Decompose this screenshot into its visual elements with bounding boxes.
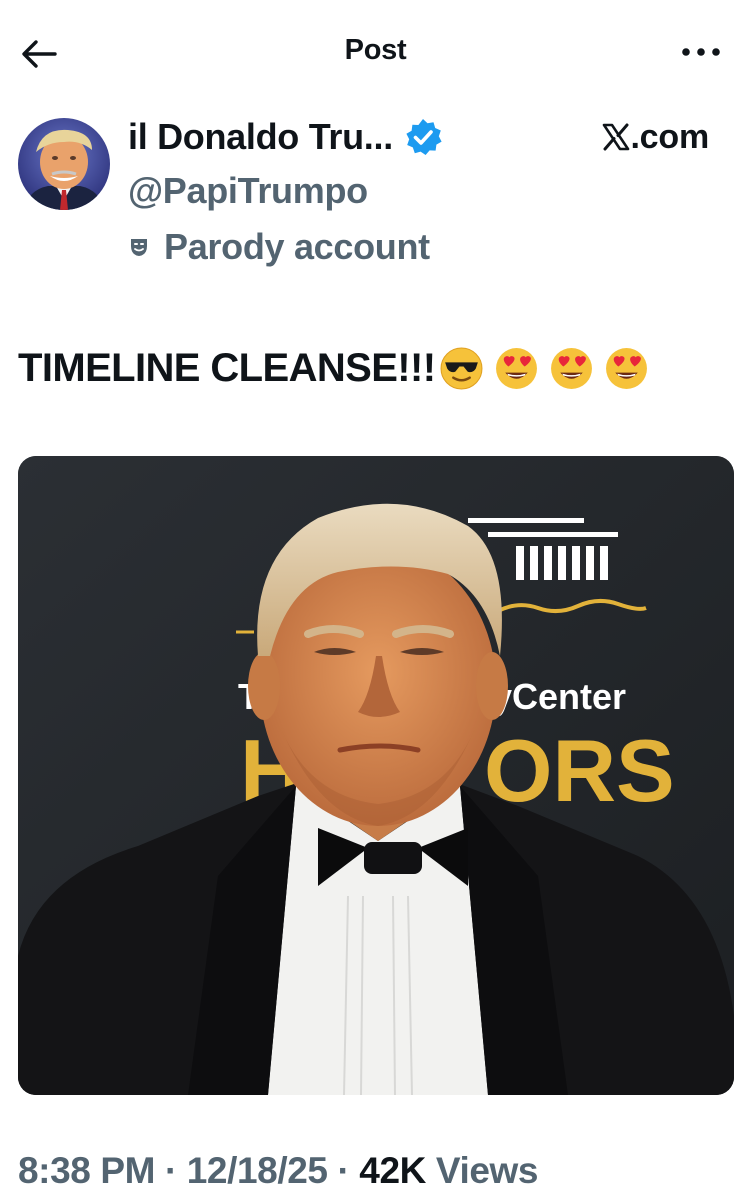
- parody-label-row: Parody account: [128, 226, 430, 268]
- page-title: Post: [344, 34, 407, 66]
- post-time: 8:38 PM: [18, 1150, 156, 1191]
- heart-eyes-emoji-icon: [551, 348, 593, 389]
- views-label: Views: [435, 1150, 539, 1191]
- top-bar: Post: [0, 0, 751, 105]
- post-date: 12/18/25: [186, 1150, 328, 1191]
- user-handle[interactable]: @PapiTrumpo: [128, 170, 368, 212]
- backdrop-center: Center: [512, 676, 626, 717]
- verified-badge-icon: [406, 119, 442, 155]
- post-text-body: TIMELINE CLEANSE!!!: [18, 346, 436, 390]
- emoji-row: [439, 346, 649, 391]
- display-name-row[interactable]: il Donaldo Tru...: [128, 116, 443, 158]
- parody-label: Parody account: [164, 226, 430, 267]
- source-watermark: .com: [602, 118, 709, 157]
- separator: ·: [337, 1150, 350, 1191]
- separator: ·: [164, 1150, 177, 1191]
- heart-eyes-emoji-icon: [496, 348, 538, 389]
- post-metadata: 8:38 PM · 12/18/25 · 42K Views: [18, 1150, 538, 1192]
- x-logo-icon: [603, 123, 630, 151]
- avatar[interactable]: [18, 118, 110, 210]
- more-button[interactable]: [679, 38, 723, 66]
- post-media-image[interactable]: T y Center H ORS: [18, 456, 734, 1095]
- more-horizontal-icon: [682, 48, 720, 56]
- heart-eyes-emoji-icon: [606, 348, 648, 389]
- display-name: il Donaldo Tru...: [128, 116, 393, 157]
- post-text: TIMELINE CLEANSE!!!: [18, 346, 649, 391]
- media-illustration: T y Center H ORS: [18, 456, 734, 1095]
- views-count[interactable]: 42K: [359, 1150, 426, 1191]
- sunglasses-emoji-icon: [441, 347, 483, 390]
- source-label: .com: [630, 118, 709, 156]
- theater-mask-icon: [131, 239, 147, 256]
- avatar-image: [18, 118, 110, 210]
